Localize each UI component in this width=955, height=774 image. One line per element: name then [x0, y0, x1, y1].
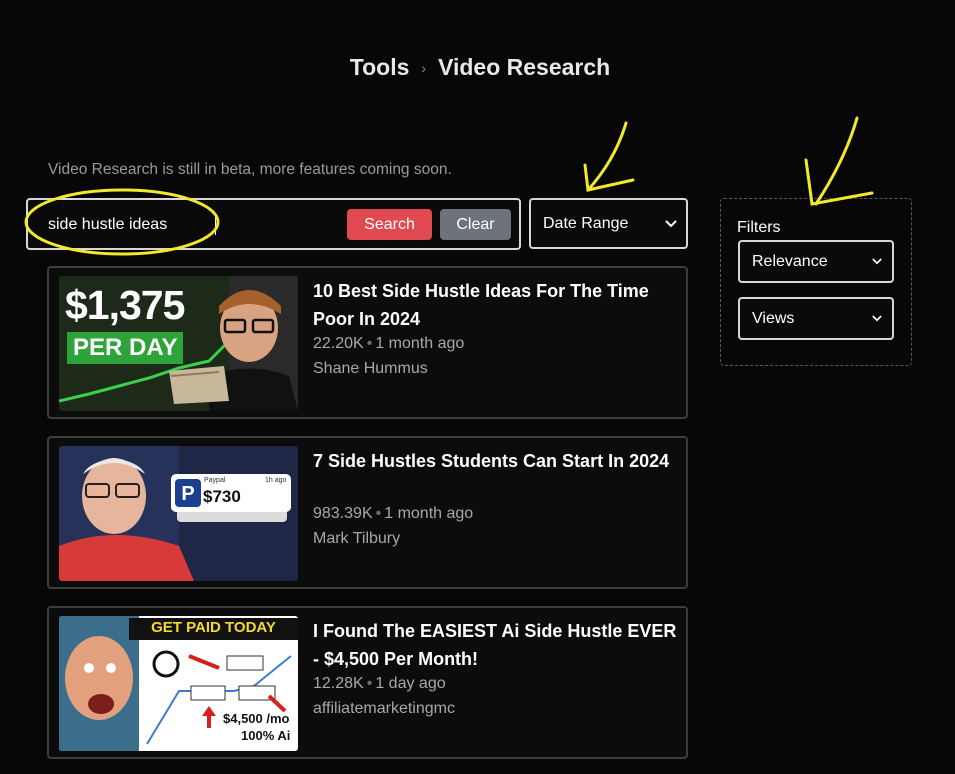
- arrow-annotation: [804, 116, 874, 206]
- view-count: 983.39K: [313, 505, 373, 522]
- chevron-down-icon: [664, 217, 678, 231]
- upload-age: 1 day ago: [375, 675, 446, 692]
- beta-notice: Video Research is still in beta, more fe…: [48, 161, 452, 178]
- upload-age: 1 month ago: [375, 335, 465, 352]
- metric-select[interactable]: Views: [738, 297, 894, 340]
- search-bar: Search Clear: [26, 198, 521, 250]
- date-range-value: Date Range: [543, 214, 629, 232]
- thumbnail-text: $1,375: [65, 282, 185, 328]
- sort-select-value: Relevance: [752, 252, 828, 270]
- video-thumbnail[interactable]: GET PAID TODAY $4,500 /mo 100% Ai: [59, 616, 298, 751]
- video-meta: 12.28K • 1 day ago: [313, 675, 446, 692]
- search-input[interactable]: [48, 213, 348, 237]
- metric-select-value: Views: [752, 309, 795, 327]
- video-title[interactable]: I Found The EASIEST Ai Side Hustle EVER …: [313, 617, 683, 673]
- thumbnail-text: $730: [203, 487, 241, 506]
- video-meta: 983.39K • 1 month ago: [313, 505, 474, 522]
- filters-title: Filters: [737, 219, 781, 236]
- text-cursor: [215, 214, 216, 235]
- video-thumbnail[interactable]: $1,375 PER DAY: [59, 276, 298, 411]
- view-count: 12.28K: [313, 675, 364, 692]
- breadcrumb: Tools › Video Research: [0, 54, 955, 81]
- channel-name[interactable]: Mark Tilbury: [313, 530, 400, 548]
- chevron-down-icon: [870, 255, 884, 269]
- thumbnail-text: 100% Ai: [241, 728, 291, 743]
- thumbnail-text: PER DAY: [67, 332, 184, 364]
- clear-button[interactable]: Clear: [440, 209, 511, 240]
- thumbnail-text: GET PAID TODAY: [151, 619, 276, 636]
- breadcrumb-tools[interactable]: Tools: [350, 54, 410, 81]
- page-title: Video Research: [438, 54, 611, 80]
- result-card[interactable]: P Paypal 1h ago $730 7 Side Hustles Stud…: [47, 436, 688, 589]
- thumbnail-text: $4,500 /mo: [223, 711, 290, 726]
- view-count: 22.20K: [313, 335, 364, 352]
- sort-select[interactable]: Relevance: [738, 240, 894, 283]
- video-title[interactable]: 7 Side Hustles Students Can Start In 202…: [313, 447, 683, 475]
- chevron-right-icon: ›: [421, 59, 427, 76]
- video-title[interactable]: 10 Best Side Hustle Ideas For The Time P…: [313, 277, 683, 333]
- channel-name[interactable]: Shane Hummus: [313, 360, 428, 378]
- date-range-select[interactable]: Date Range: [529, 198, 688, 249]
- thumbnail-text: Paypal: [204, 477, 226, 484]
- upload-age: 1 month ago: [384, 505, 474, 522]
- thumbnail-text: 1h ago: [265, 477, 287, 484]
- chevron-down-icon: [870, 312, 884, 326]
- arrow-annotation: [583, 121, 635, 192]
- video-meta: 22.20K • 1 month ago: [313, 335, 465, 352]
- result-card[interactable]: GET PAID TODAY $4,500 /mo 100% Ai I Foun…: [47, 606, 688, 759]
- result-card[interactable]: $1,375 PER DAY 10 Best Side Hustle Ideas…: [47, 266, 688, 419]
- svg-text:P: P: [181, 483, 194, 505]
- channel-name[interactable]: affiliatemarketingmc: [313, 700, 455, 718]
- search-button[interactable]: Search: [347, 209, 432, 240]
- video-thumbnail[interactable]: P Paypal 1h ago $730: [59, 446, 298, 581]
